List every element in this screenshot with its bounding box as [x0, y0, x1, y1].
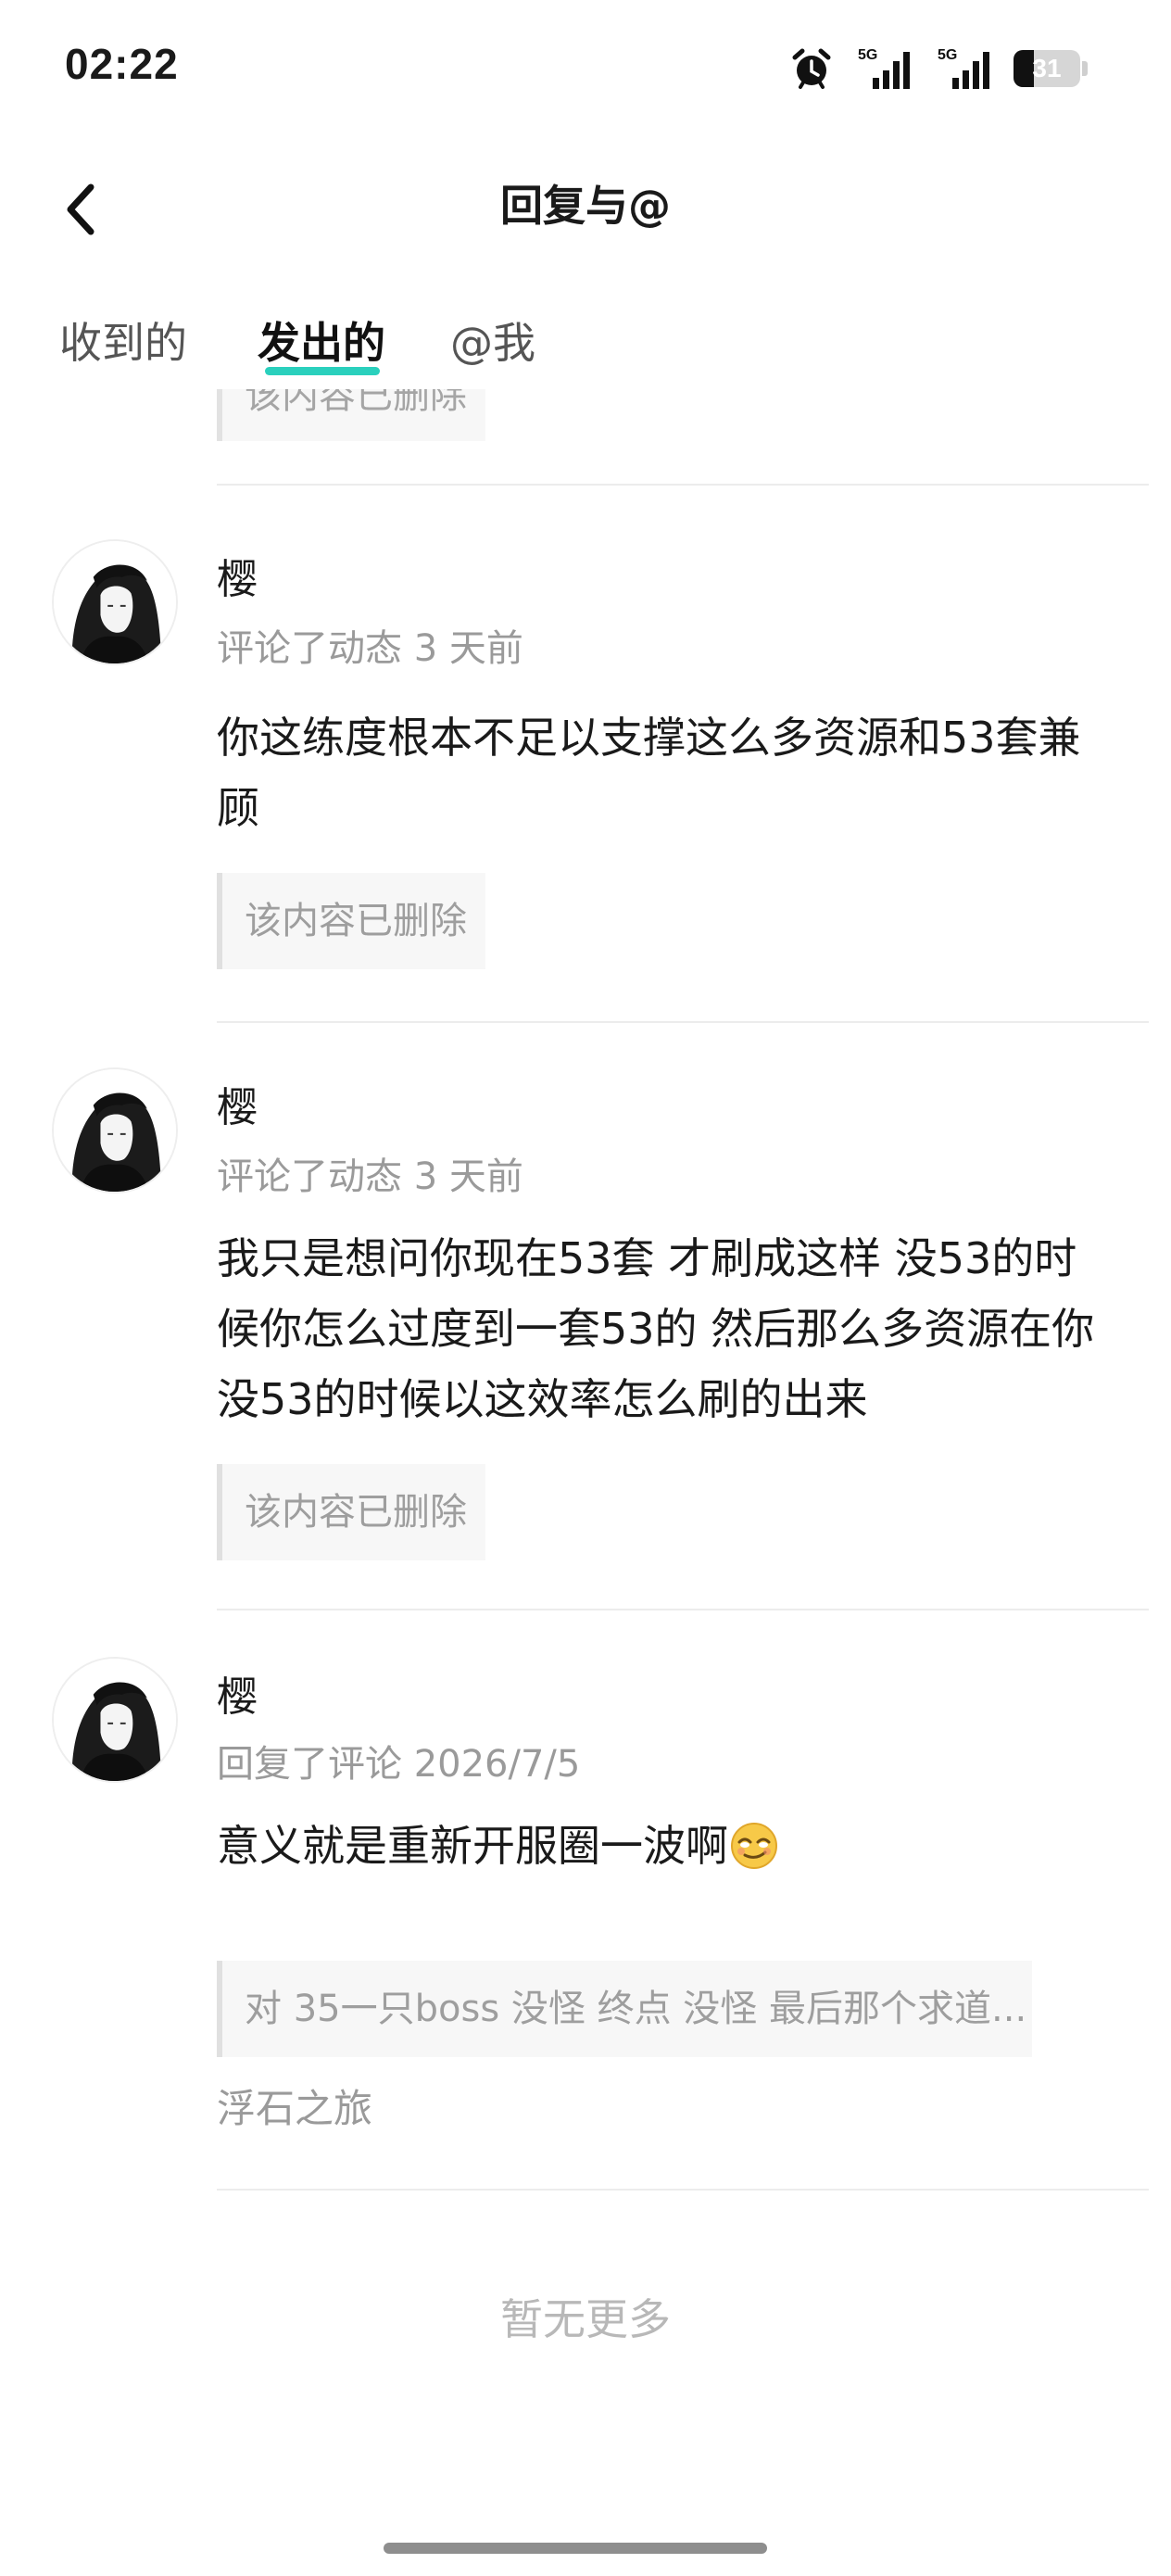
comment-meta: 评论了动态 3 天前: [217, 627, 523, 670]
avatar[interactable]: [52, 1657, 178, 1783]
partial-quote-text: 该内容已删除: [245, 389, 467, 417]
comment-text: 我只是想问你现在53套 才刷成这样 没53的时候你怎么过度到一套53的 然后那么…: [217, 1233, 1095, 1424]
status-time: 02:22: [65, 40, 179, 88]
partial-quote[interactable]: 该内容已删除: [217, 389, 485, 441]
comment-meta: 回复了评论 2026/7/5: [217, 1743, 581, 1786]
tab-received[interactable]: 收到的: [59, 306, 187, 380]
comment-text: 意义就是重新开服圈一波啊: [217, 1811, 1106, 1881]
alarm-clock-icon: [789, 46, 834, 91]
tab-mentions[interactable]: @我: [450, 306, 535, 380]
smirk-face-emoji: [731, 1823, 777, 1869]
quoted-comment[interactable]: 对 35一只boss 没怪 终点 没怪 最后那个求道...: [217, 1961, 1032, 2057]
avatar[interactable]: [52, 1067, 178, 1193]
avatar-portrait-icon: [54, 541, 176, 663]
quoted-content[interactable]: 该内容已删除: [217, 1464, 485, 1560]
username[interactable]: 樱: [217, 1670, 258, 1725]
comment-meta: 评论了动态 3 天前: [217, 1155, 523, 1198]
status-icons: 5G 5G 31: [789, 44, 1088, 93]
avatar-portrait-icon: [54, 1659, 176, 1781]
avatar-portrait-icon: [54, 1069, 176, 1192]
divider: [217, 2189, 1149, 2191]
divider: [217, 1021, 1149, 1023]
divider: [217, 1609, 1149, 1610]
source-title[interactable]: 浮石之旅: [217, 2081, 372, 2137]
quoted-content[interactable]: 该内容已删除: [217, 873, 485, 969]
signal-1-label: 5G: [858, 47, 877, 63]
reply-list: 该内容已删除 樱 评论了动态 3 天前 你这练度根本不足以支撑这么多资源和53套…: [0, 389, 1171, 2196]
battery-icon: 31: [1014, 50, 1088, 87]
divider: [217, 484, 1149, 486]
header: 回复与@: [0, 139, 1171, 269]
page-title: 回复与@: [500, 181, 671, 231]
status-bar: 02:22 5G 5G 31: [0, 0, 1171, 139]
cellular-signal-icon-2: 5G: [934, 44, 993, 93]
cellular-signal-icon: 5G: [854, 44, 913, 93]
username[interactable]: 樱: [217, 552, 258, 608]
home-indicator[interactable]: [384, 2543, 767, 2554]
tab-bar: 收到的 发出的 @我: [0, 306, 1171, 389]
signal-2-label: 5G: [938, 47, 957, 63]
comment-text-body: 意义就是重新开服圈一波啊: [217, 1821, 728, 1871]
username[interactable]: 樱: [217, 1080, 258, 1136]
avatar[interactable]: [52, 539, 178, 665]
tab-active-indicator: [265, 367, 380, 375]
battery-level: 31: [1032, 54, 1062, 82]
comment-text: 你这练度根本不足以支撑这么多资源和53套兼顾: [217, 713, 1081, 833]
no-more-label: 暂无更多: [500, 2294, 671, 2344]
